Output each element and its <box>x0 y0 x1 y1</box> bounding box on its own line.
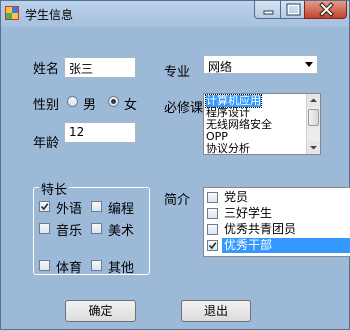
list-item-label: 三好学生 <box>224 206 273 220</box>
checkbox[interactable] <box>207 192 218 203</box>
close-icon <box>319 2 334 17</box>
scroll-down-button[interactable] <box>307 141 320 154</box>
scroll-thumb[interactable] <box>308 109 319 126</box>
gender-male-label: 男 <box>83 98 97 113</box>
major-label: 专业 <box>164 65 191 80</box>
specialty-programming-label: 编程 <box>108 202 135 217</box>
specialty-art-label: 美术 <box>108 224 135 239</box>
list-item-label: 优秀共青团员 <box>224 222 297 236</box>
specialty-music-checkbox[interactable] <box>39 223 50 234</box>
intro-label: 简介 <box>164 193 191 208</box>
title-bar[interactable]: 学生信息 <box>1 1 349 27</box>
checkbox[interactable] <box>207 240 218 251</box>
minimize-icon <box>263 10 274 15</box>
scroll-down-icon <box>310 146 317 150</box>
exit-button[interactable]: 退出 <box>181 300 251 322</box>
specialty-music-label: 音乐 <box>56 224 83 239</box>
specialty-programming-checkbox[interactable] <box>91 201 102 212</box>
radio-selected-dot <box>111 99 116 104</box>
specialty-art-checkbox[interactable] <box>91 223 102 234</box>
name-input[interactable]: 张三 <box>64 57 136 78</box>
checkbox[interactable] <box>207 224 218 235</box>
age-input[interactable]: 12 <box>64 122 136 143</box>
intro-checked-listbox[interactable]: 党员 三好学生 优秀共青团员 优秀干部 <box>203 187 350 257</box>
list-item-label: 党员 <box>224 190 249 204</box>
checkmark-icon <box>40 203 49 211</box>
specialty-foreign-language-checkbox[interactable] <box>39 201 50 212</box>
window-title: 学生信息 <box>25 8 74 22</box>
age-label: 年龄 <box>33 136 60 151</box>
close-button[interactable] <box>304 1 347 19</box>
scroll-up-button[interactable] <box>307 94 320 107</box>
list-item-label: 优秀干部 <box>222 238 350 253</box>
name-label: 姓名 <box>33 62 60 77</box>
checkbox[interactable] <box>207 208 218 219</box>
maximize-icon <box>286 3 301 16</box>
specialty-other-checkbox[interactable] <box>91 260 102 271</box>
checkmark-icon <box>208 242 217 250</box>
specialty-foreign-language-label: 外语 <box>56 202 83 217</box>
maximize-button[interactable] <box>280 1 305 19</box>
gender-label: 性别 <box>33 98 60 113</box>
gender-female-radio[interactable] <box>108 96 119 107</box>
scroll-up-icon <box>310 98 317 102</box>
gender-male-radio[interactable] <box>67 96 78 107</box>
scrollbar[interactable] <box>306 94 320 154</box>
specialty-sports-label: 体育 <box>56 261 83 276</box>
specialty-group-title: 特长 <box>39 179 70 198</box>
required-courses-label: 必修课 <box>164 101 204 116</box>
required-courses-listbox[interactable]: 计算机应用 程序设计 无线网络安全 OPP 协议分析 <box>203 93 321 155</box>
gender-female-label: 女 <box>124 98 138 113</box>
student-info-window: 学生信息 姓名 张三 性别 男 女 年龄 12 专业 网络 必修课 计算机应用 … <box>0 0 350 330</box>
list-item[interactable]: 协议分析 <box>206 143 250 155</box>
minimize-button[interactable] <box>254 1 281 19</box>
specialty-other-label: 其他 <box>108 261 135 276</box>
chevron-down-icon[interactable] <box>305 62 313 67</box>
ok-button[interactable]: 确定 <box>65 300 136 322</box>
app-icon <box>5 6 19 20</box>
specialty-sports-checkbox[interactable] <box>39 260 50 271</box>
major-combobox[interactable]: 网络 <box>203 55 318 74</box>
major-selected-value: 网络 <box>208 60 233 74</box>
